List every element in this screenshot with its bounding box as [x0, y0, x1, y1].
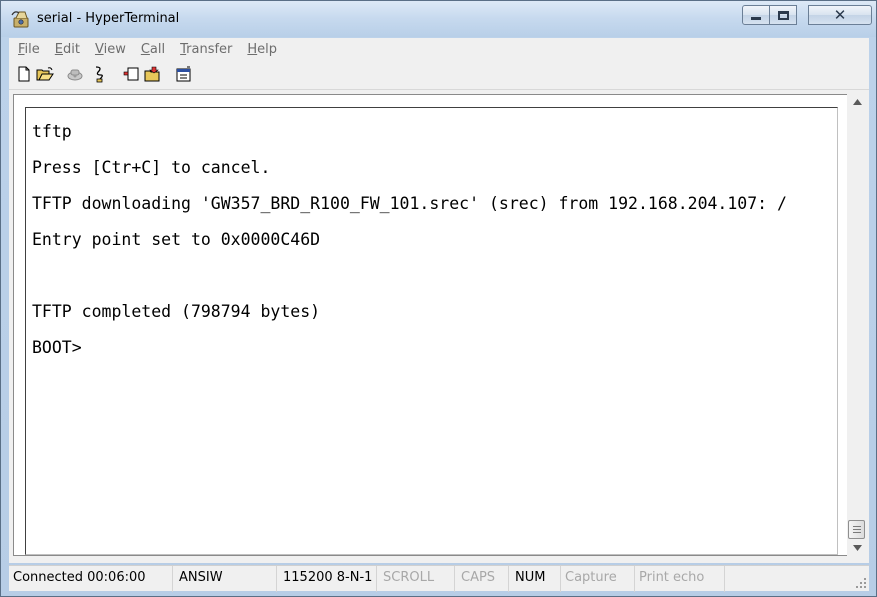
window-title: serial - HyperTerminal — [37, 11, 180, 26]
terminal-client-area: tftp Press [Ctr+C] to cancel. TFTP downl… — [9, 90, 869, 563]
menu-edit-accel: E — [54, 41, 63, 57]
receive-button[interactable] — [144, 65, 162, 83]
properties-button[interactable] — [175, 65, 193, 83]
vertical-scrollbar[interactable] — [847, 90, 867, 563]
status-capture: Capture — [561, 566, 635, 592]
open-icon — [36, 67, 54, 81]
menu-bar: File Edit View Call Transfer Help — [9, 38, 869, 60]
menu-file-label: ile — [24, 41, 40, 57]
send-button[interactable] — [122, 65, 140, 83]
menu-call-label: all — [149, 41, 166, 57]
menu-edit[interactable]: Edit — [49, 42, 86, 57]
maximize-button[interactable] — [769, 5, 797, 25]
status-bar: Connected 00:06:00 ANSIW 115200 8-N-1 SC… — [9, 565, 869, 592]
minimize-icon — [751, 16, 761, 20]
menu-view-accel: V — [94, 41, 104, 57]
terminal-frame: tftp Press [Ctr+C] to cancel. TFTP downl… — [13, 94, 849, 556]
menu-help[interactable]: Help — [241, 42, 283, 57]
new-connection-button[interactable] — [15, 65, 33, 83]
terminal-line: TFTP completed (798794 bytes) — [32, 302, 321, 321]
scroll-up-arrow-icon — [852, 99, 862, 105]
menu-file[interactable]: File — [12, 42, 46, 57]
status-emulation: ANSIW — [175, 566, 277, 592]
grip-line — [852, 532, 861, 533]
status-scroll: SCROLL — [379, 566, 455, 592]
new-connection-icon — [18, 66, 30, 82]
status-num: NUM — [511, 566, 561, 592]
disconnect-icon — [95, 66, 103, 83]
menu-help-accel: H — [247, 41, 258, 57]
hyperterminal-app-icon[interactable] — [10, 9, 32, 29]
status-caps: CAPS — [457, 566, 509, 592]
title-bar[interactable]: serial - HyperTerminal ✕ — [1, 1, 876, 37]
resize-grip-icon[interactable] — [855, 577, 867, 589]
minimize-button[interactable] — [742, 5, 770, 25]
grip-line — [852, 526, 861, 527]
menu-help-label: elp — [257, 41, 278, 57]
scroll-down-arrow-icon — [852, 545, 862, 551]
scroll-thumb[interactable] — [848, 520, 865, 539]
status-connected: Connected 00:06:00 — [9, 566, 173, 592]
status-port-settings: 115200 8-N-1 — [279, 566, 377, 592]
connect-button[interactable] — [66, 65, 84, 83]
terminal-prompt-line: BOOT> — [32, 338, 82, 357]
terminal-screen[interactable]: tftp Press [Ctr+C] to cancel. TFTP downl… — [25, 107, 838, 555]
close-button[interactable]: ✕ — [808, 5, 872, 25]
terminal-line: tftp — [32, 122, 72, 141]
scroll-down-button[interactable] — [851, 542, 863, 554]
receive-icon — [144, 66, 160, 82]
menu-call-accel: C — [140, 41, 150, 57]
hyperterminal-window: serial - HyperTerminal ✕ File Edit View … — [0, 0, 877, 597]
status-print-echo: Print echo — [635, 566, 725, 592]
menu-view-label: iew — [103, 41, 126, 57]
properties-icon — [176, 66, 191, 82]
disconnect-button[interactable] — [90, 65, 108, 83]
menu-call[interactable]: Call — [135, 42, 171, 57]
terminal-line: TFTP downloading 'GW357_BRD_R100_FW_101.… — [32, 194, 787, 213]
terminal-line: Entry point set to 0x0000C46D — [32, 230, 321, 249]
grip-line — [852, 529, 861, 530]
menu-view[interactable]: View — [89, 42, 132, 57]
menu-edit-label: dit — [63, 41, 80, 57]
send-icon — [123, 67, 139, 81]
menu-transfer-label: ransfer — [186, 41, 233, 57]
maximize-icon — [777, 10, 789, 20]
terminal-line: Press [Ctr+C] to cancel. — [32, 158, 271, 177]
toolbar — [9, 60, 869, 90]
scroll-up-button[interactable] — [851, 96, 863, 108]
connect-icon — [67, 69, 83, 81]
open-button[interactable] — [36, 65, 54, 83]
close-icon: ✕ — [833, 6, 847, 24]
terminal-output: tftp Press [Ctr+C] to cancel. TFTP downl… — [32, 114, 787, 366]
menu-transfer[interactable]: Transfer — [174, 42, 238, 57]
